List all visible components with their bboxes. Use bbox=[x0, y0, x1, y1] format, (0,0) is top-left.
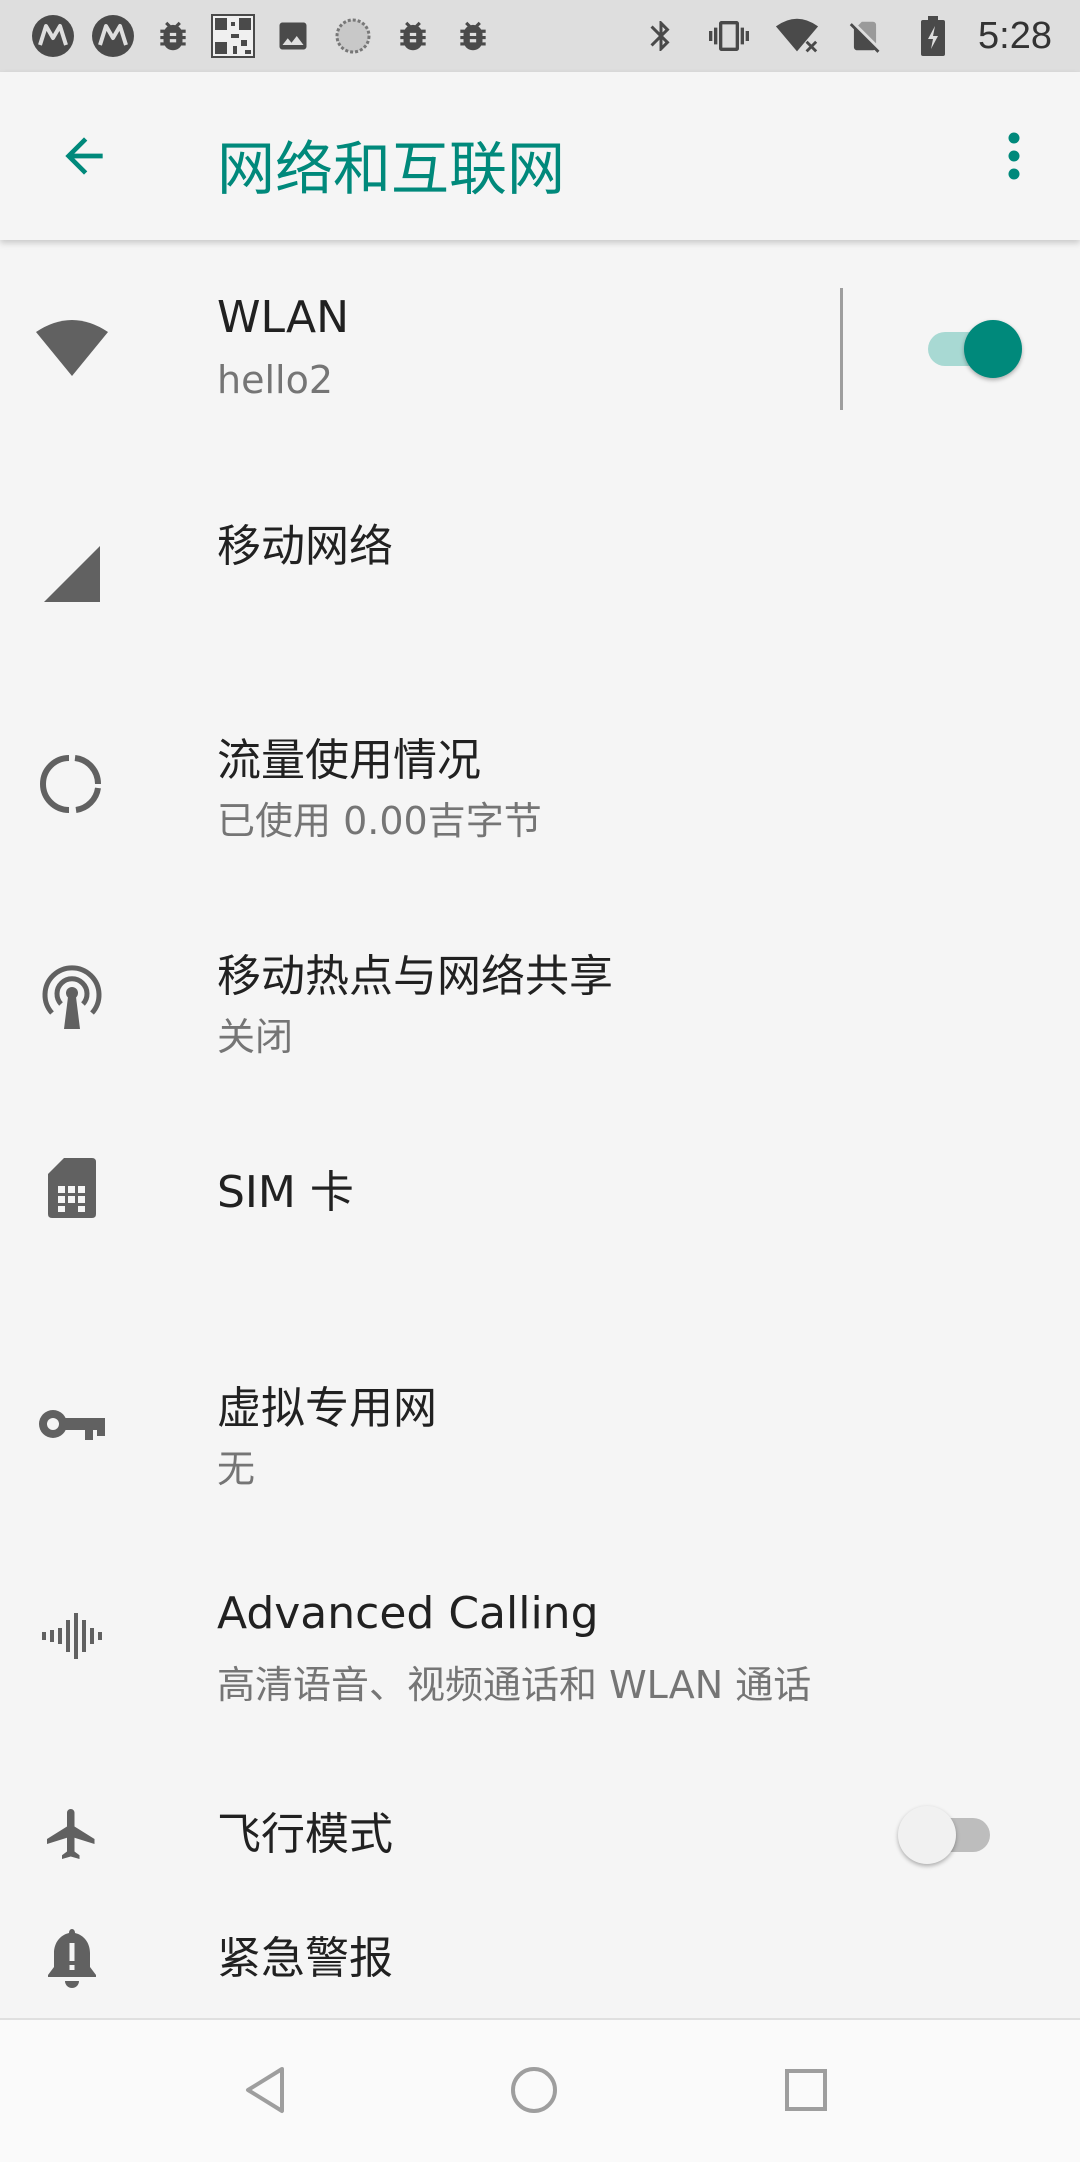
divider bbox=[840, 288, 843, 410]
setting-summary: 无 bbox=[217, 1447, 256, 1491]
setting-summary: 已使用 0.00吉字节 bbox=[217, 799, 542, 843]
vibrate-icon bbox=[706, 13, 752, 59]
voice-wave-icon bbox=[34, 1598, 110, 1674]
bug-icon bbox=[390, 13, 436, 59]
wifi-icon bbox=[774, 13, 820, 59]
setting-emergency-alerts[interactable]: 紧急警报 bbox=[0, 1912, 1080, 2018]
setting-label: SIM 卡 bbox=[217, 1167, 354, 1218]
nav-back-button[interactable] bbox=[214, 2040, 314, 2140]
setting-hotspot[interactable]: 移动热点与网络共享 关闭 bbox=[0, 888, 1080, 1104]
alert-bell-icon bbox=[34, 1920, 110, 1996]
setting-summary: 高清语音、视频通话和 WLAN 通话 bbox=[217, 1663, 812, 1707]
setting-label: 虚拟专用网 bbox=[217, 1383, 437, 1434]
motorola-icon bbox=[90, 13, 136, 59]
no-sim-icon bbox=[842, 13, 888, 59]
status-bar-notifications bbox=[30, 10, 496, 62]
setting-sim[interactable]: SIM 卡 bbox=[0, 1104, 1080, 1320]
setting-label: 紧急警报 bbox=[217, 1933, 393, 1984]
status-bar: 5:28 bbox=[0, 0, 1080, 72]
sync-icon bbox=[330, 13, 376, 59]
more-vert-icon bbox=[1008, 132, 1020, 180]
setting-airplane-mode[interactable]: 飞行模式 bbox=[0, 1752, 1080, 1912]
key-icon bbox=[34, 1386, 110, 1462]
sim-card-icon bbox=[34, 1150, 110, 1226]
status-bar-system: 5:28 bbox=[638, 10, 1052, 62]
square-recents-icon bbox=[785, 2069, 827, 2111]
hotspot-icon bbox=[34, 960, 110, 1036]
bug-icon bbox=[450, 13, 496, 59]
image-icon bbox=[270, 13, 316, 59]
setting-label: 流量使用情况 bbox=[217, 735, 481, 786]
setting-mobile-network[interactable]: 移动网络 bbox=[0, 456, 1080, 672]
setting-summary: hello2 bbox=[217, 358, 334, 402]
setting-label: Advanced Calling bbox=[217, 1588, 599, 1639]
setting-wlan[interactable]: WLAN hello2 bbox=[0, 240, 1080, 456]
setting-advanced-calling[interactable]: Advanced Calling 高清语音、视频通话和 WLAN 通话 bbox=[0, 1536, 1080, 1752]
bluetooth-icon bbox=[638, 13, 684, 59]
setting-label: WLAN bbox=[217, 292, 350, 343]
wlan-toggle[interactable] bbox=[922, 316, 1022, 378]
airplane-mode-toggle[interactable] bbox=[898, 1802, 998, 1864]
airplane-icon bbox=[34, 1796, 110, 1872]
nav-recents-button[interactable] bbox=[756, 2040, 856, 2140]
switch-thumb bbox=[964, 320, 1022, 378]
bug-icon bbox=[150, 13, 196, 59]
wifi-icon bbox=[34, 310, 110, 386]
signal-icon bbox=[34, 536, 110, 612]
setting-label: 移动热点与网络共享 bbox=[217, 951, 613, 1002]
app-bar: 网络和互联网 bbox=[0, 72, 1080, 240]
more-options-button[interactable] bbox=[982, 116, 1046, 196]
switch-thumb bbox=[898, 1806, 956, 1864]
arrow-back-icon bbox=[65, 137, 103, 175]
data-usage-icon bbox=[34, 746, 110, 822]
setting-vpn[interactable]: 虚拟专用网 无 bbox=[0, 1320, 1080, 1536]
triangle-back-icon bbox=[246, 2067, 284, 2113]
setting-label: 移动网络 bbox=[217, 521, 393, 572]
back-button[interactable] bbox=[44, 116, 124, 196]
setting-data-usage[interactable]: 流量使用情况 已使用 0.00吉字节 bbox=[0, 672, 1080, 888]
qr-icon bbox=[210, 13, 256, 59]
navigation-bar bbox=[0, 2018, 1080, 2162]
battery-icon bbox=[910, 13, 956, 59]
setting-summary: 关闭 bbox=[217, 1015, 294, 1059]
circle-home-icon bbox=[511, 2067, 557, 2113]
page-title: 网络和互联网 bbox=[217, 135, 566, 203]
clock: 5:28 bbox=[978, 14, 1052, 57]
setting-label: 飞行模式 bbox=[217, 1809, 393, 1860]
motorola-icon bbox=[30, 13, 76, 59]
nav-home-button[interactable] bbox=[484, 2040, 584, 2140]
